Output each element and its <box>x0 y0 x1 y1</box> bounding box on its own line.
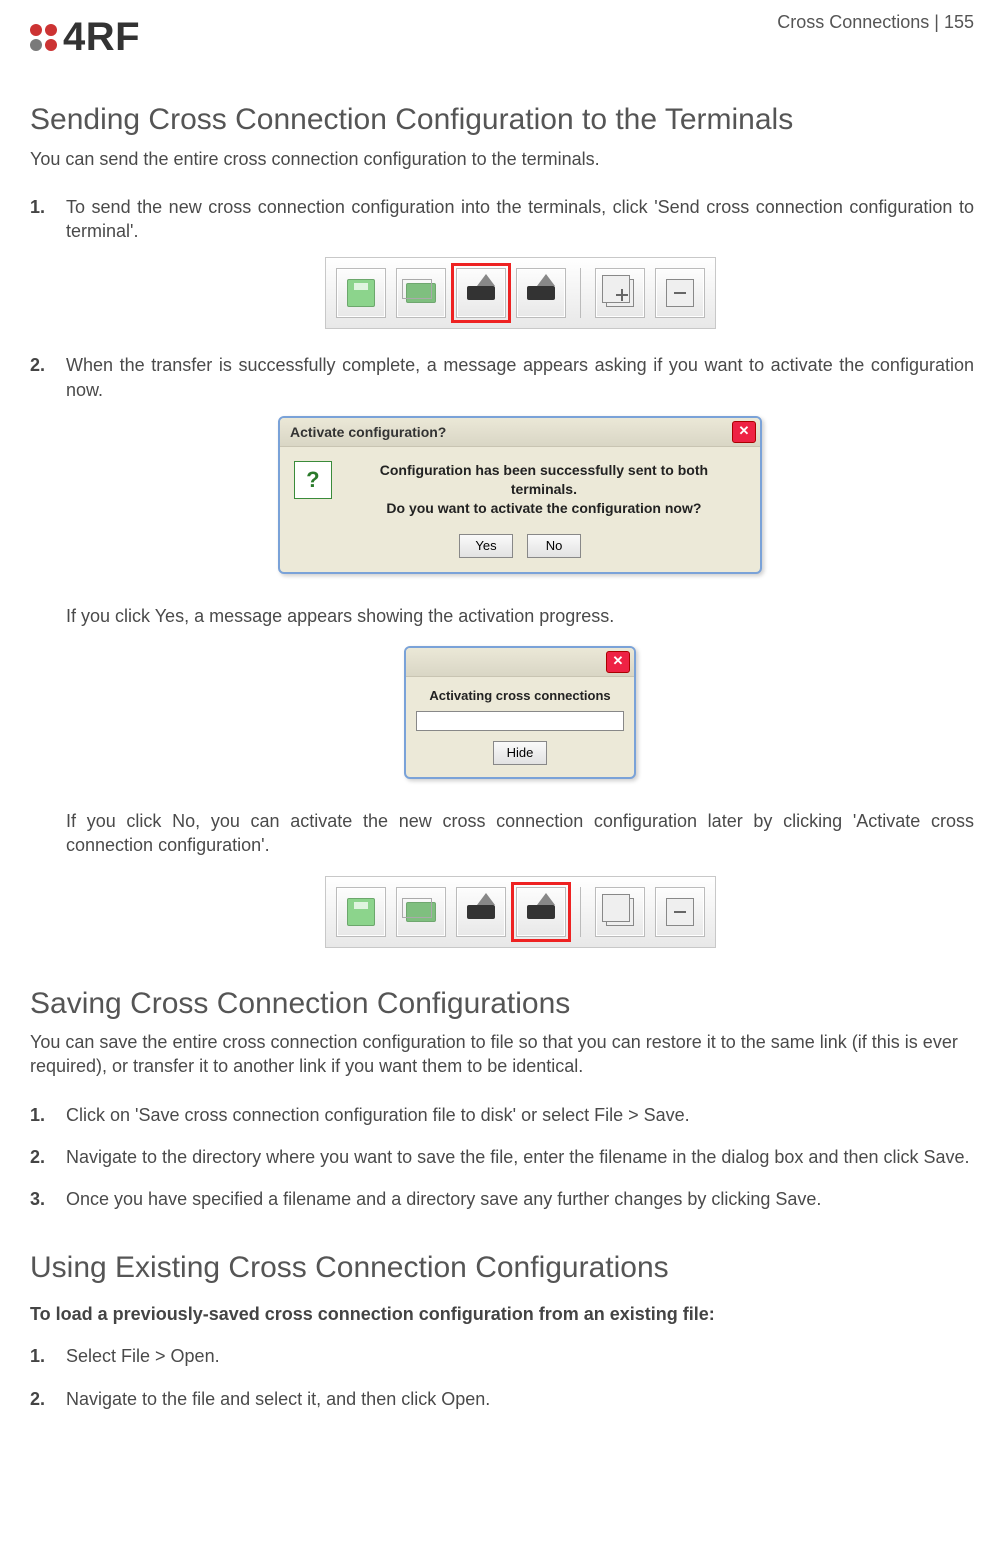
confirm-dialog-figure: Activate configuration? ✕ ? Configuratio… <box>66 416 974 580</box>
dialog-line2: Do you want to activate the configuratio… <box>346 499 742 518</box>
logo-dots-icon <box>30 24 57 51</box>
page-meta: Cross Connections | 155 <box>777 10 974 34</box>
activate-config-icon[interactable] <box>516 887 566 937</box>
section1-step2: 2. When the transfer is successfully com… <box>30 353 974 947</box>
section3-step2: 2.Navigate to the file and select it, an… <box>30 1387 974 1411</box>
add-icon[interactable] <box>595 268 645 318</box>
after-no-text: If you click No, you can activate the ne… <box>66 809 974 858</box>
brand-name: 4RF <box>63 10 140 64</box>
dialog-line1: Configuration has been successfully sent… <box>346 461 742 499</box>
section2-step1: 1.Click on 'Save cross connection config… <box>30 1103 974 1127</box>
activating-progress-dialog: ✕ Activating cross connections Hide <box>404 646 636 779</box>
page-header: 4RF Cross Connections | 155 <box>30 10 974 64</box>
after-yes-text: If you click Yes, a message appears show… <box>66 604 974 628</box>
dialog-title: Activate configuration? <box>290 423 446 442</box>
progress-status: Activating cross connections <box>406 677 634 711</box>
send-config-icon[interactable] <box>456 268 506 318</box>
no-button[interactable]: No <box>527 534 581 558</box>
toolbar-figure-2 <box>66 876 974 948</box>
hide-button[interactable]: Hide <box>493 741 547 765</box>
section-title-sending: Sending Cross Connection Configuration t… <box>30 100 974 141</box>
save-icon[interactable] <box>336 268 386 318</box>
brand-logo: 4RF <box>30 10 140 64</box>
section-title-using: Using Existing Cross Connection Configur… <box>30 1248 974 1289</box>
activate-confirm-dialog: Activate configuration? ✕ ? Configuratio… <box>278 416 762 574</box>
section2-intro: You can save the entire cross connection… <box>30 1030 974 1079</box>
close-icon[interactable]: ✕ <box>732 421 756 443</box>
progress-bar <box>416 711 624 731</box>
section1-intro: You can send the entire cross connection… <box>30 147 974 171</box>
progress-dialog-figure: ✕ Activating cross connections Hide <box>66 646 974 785</box>
question-icon: ? <box>294 461 332 499</box>
close-icon[interactable]: ✕ <box>606 651 630 673</box>
section1-step1: 1. To send the new cross connection conf… <box>30 195 974 330</box>
activate-config-icon[interactable] <box>516 268 566 318</box>
save-icon[interactable] <box>336 887 386 937</box>
section3-step1: 1.Select File > Open. <box>30 1344 974 1368</box>
section3-lead: To load a previously-saved cross connect… <box>30 1302 974 1326</box>
toolbar-figure-1 <box>66 257 974 329</box>
send-config-icon[interactable] <box>456 887 506 937</box>
section2-step3: 3.Once you have specified a filename and… <box>30 1187 974 1211</box>
add-icon[interactable] <box>595 887 645 937</box>
remove-icon[interactable] <box>655 268 705 318</box>
section2-step2: 2.Navigate to the directory where you wa… <box>30 1145 974 1169</box>
remove-icon[interactable] <box>655 887 705 937</box>
toolbar-separator <box>580 268 581 318</box>
open-icon[interactable] <box>396 268 446 318</box>
section-title-saving: Saving Cross Connection Configurations <box>30 984 974 1025</box>
toolbar-separator <box>580 887 581 937</box>
open-icon[interactable] <box>396 887 446 937</box>
yes-button[interactable]: Yes <box>459 534 513 558</box>
